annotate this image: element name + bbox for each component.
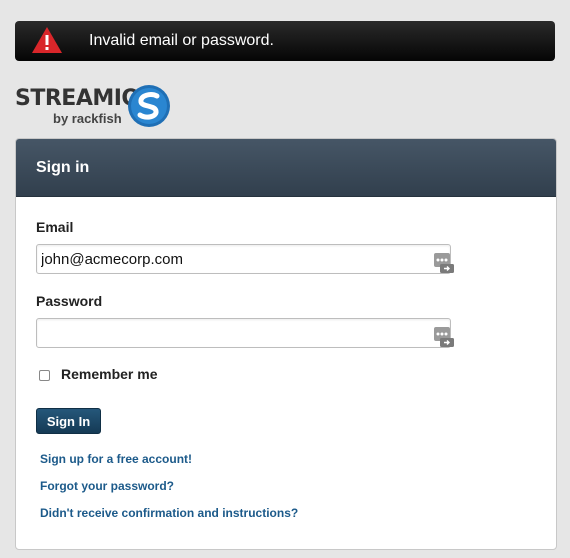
warning-icon [32, 27, 62, 53]
alert-message: Invalid email or password. [89, 32, 274, 49]
password-field-wrapper [36, 318, 454, 348]
email-field-wrapper [36, 244, 454, 274]
password-manager-icon[interactable] [434, 249, 468, 273]
password-manager-icon[interactable] [434, 323, 468, 347]
password-label: Password [36, 293, 103, 309]
sign-up-link[interactable]: Sign up for a free account! [40, 452, 192, 466]
sign-in-panel: Sign in Email Password Remember me Sign … [15, 138, 557, 550]
resend-confirmation-link[interactable]: Didn't receive confirmation and instruct… [40, 506, 298, 520]
streamio-logo-mark-icon [128, 85, 170, 127]
email-field[interactable] [41, 245, 431, 273]
error-alert: Invalid email or password. [15, 21, 555, 61]
logo-wordmark: STREAMIO [15, 86, 140, 111]
sign-in-button[interactable]: Sign In [36, 408, 101, 434]
streamio-logo: STREAMIO by rackfish [15, 84, 175, 130]
panel-title: Sign in [36, 159, 90, 176]
password-field[interactable] [41, 319, 431, 347]
logo-byline: by rackfish [53, 111, 122, 126]
email-label: Email [36, 219, 74, 235]
remember-me-checkbox[interactable] [39, 370, 50, 381]
panel-header: Sign in [16, 139, 556, 197]
remember-me-label[interactable]: Remember me [61, 366, 158, 382]
forgot-password-link[interactable]: Forgot your password? [40, 479, 174, 493]
